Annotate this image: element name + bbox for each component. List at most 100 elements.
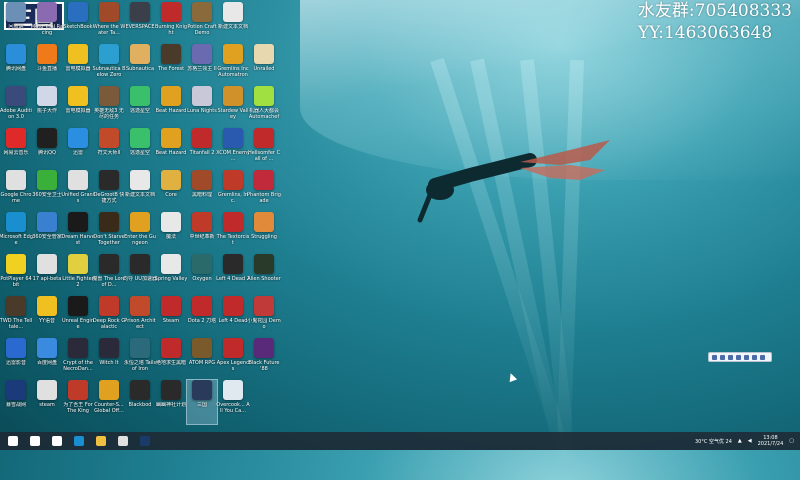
desktop-icon[interactable]: 360安全管家 — [32, 212, 62, 256]
desktop-icon[interactable]: Stardew Valley — [218, 86, 248, 130]
floating-toolbar[interactable] — [708, 352, 772, 362]
desktop-icon[interactable]: 魔法 — [156, 212, 186, 256]
desktop-icon[interactable]: 英雄无敌3 无尽的任务 — [94, 86, 124, 130]
desktop-icon[interactable]: 百度网盘 — [32, 338, 62, 382]
chrome-icon[interactable] — [114, 432, 132, 450]
desktop-icon[interactable]: Phantom Brigade — [247, 170, 281, 214]
desktop-icon[interactable]: Where the Water Ta... — [93, 2, 125, 46]
desktop-icon[interactable]: 符文大师II — [94, 128, 124, 172]
desktop-icon[interactable]: Beat Hazard — [156, 86, 186, 130]
weather-widget[interactable]: 30°C 空气优 24 — [695, 438, 732, 445]
desktop-icon[interactable]: Don't Starve Together — [93, 212, 125, 256]
desktop-icon[interactable]: Blackbod — [125, 380, 155, 424]
desktop-icon[interactable]: 逃逸星空 — [125, 86, 155, 130]
desktop-icon[interactable]: Prison Architect — [124, 296, 156, 340]
toolbar-button-icon[interactable] — [720, 354, 725, 360]
desktop-icon[interactable]: Subnautica — [125, 44, 155, 88]
desktop-icon[interactable]: SketchBook — [63, 2, 93, 46]
desktop-icon[interactable]: 绝地求生黑暗 — [156, 338, 186, 382]
desktop-icon[interactable]: 黑暗料理 — [187, 170, 217, 214]
desktop-icon[interactable]: Dota 2 刀塔 — [187, 296, 217, 340]
desktop-icon[interactable]: 新建文本文档 — [125, 170, 155, 214]
desktop-icon[interactable]: 幽幽神社计划 — [156, 380, 186, 424]
notification-icon[interactable]: ▢ — [789, 438, 794, 444]
task-view-icon[interactable] — [48, 432, 66, 450]
desktop-icon[interactable]: Unreal Engine — [62, 296, 94, 340]
desktop-icon[interactable]: Microsoft Edge — [0, 212, 33, 256]
desktop-icon[interactable]: 小鬼花园 Demo — [247, 296, 281, 340]
desktop-icon[interactable]: The Textorcist — [217, 212, 249, 256]
desktop-icon[interactable]: 中世纪革新 — [187, 212, 217, 256]
desktop-icon[interactable]: 腾讯QQ — [32, 128, 62, 172]
desktop-icon[interactable]: Gremlins, Inc. — [218, 170, 248, 214]
desktop-icon[interactable]: Beat Hazard — [156, 128, 186, 172]
desktop-icon[interactable]: PotPlayer 64 bit — [0, 254, 32, 298]
desktop-icon[interactable]: 迅雷影音 — [1, 338, 31, 382]
desktop-icon[interactable]: Apex Legends — [217, 338, 249, 382]
search-icon[interactable] — [26, 432, 44, 450]
desktop-icon[interactable]: Unified Grants — [61, 170, 95, 214]
desktop-icon[interactable]: Oxygen — [187, 254, 217, 298]
desktop-icon[interactable]: 暴雪战网 — [1, 380, 31, 424]
desktop-icon[interactable]: Hellsomfer Call of ... — [248, 128, 280, 172]
desktop-icon[interactable]: 逃逸星空 — [125, 128, 155, 172]
desktop-icon[interactable]: Luna Nights — [187, 86, 217, 130]
desktop-icon[interactable]: Deep Rock Galactic — [93, 296, 125, 340]
toolbar-button-icon[interactable] — [752, 354, 757, 360]
desktop-icon[interactable]: Adobe Audition 3.0 — [0, 86, 32, 130]
desktop-icon[interactable]: Titanfall 2 — [187, 128, 217, 172]
desktop-icon[interactable]: Left 4 Dead 2 — [216, 254, 250, 298]
desktop-icon[interactable]: 永恒之塔 Tails of Iron — [124, 338, 156, 382]
toolbar-button-icon[interactable] — [712, 354, 717, 360]
desktop-icon[interactable]: Struggling — [249, 212, 279, 256]
network-icon[interactable]: ▲ — [738, 438, 742, 444]
desktop-icon[interactable]: 17 api-beta — [32, 254, 62, 298]
desktop-icon[interactable]: 桃子大作 — [32, 86, 62, 130]
desktop-icon[interactable]: Potion Craft Demo — [187, 2, 217, 46]
toolbar-button-icon[interactable] — [728, 354, 733, 360]
desktop-icon[interactable]: Subnautica Below Zero — [92, 44, 126, 88]
volume-icon[interactable]: ◀ — [748, 438, 752, 444]
desktop-icon[interactable]: Burning Knight — [155, 2, 187, 46]
desktop-icon[interactable]: Counter-S... Global Off... — [94, 380, 124, 424]
start-icon[interactable] — [4, 432, 22, 450]
desktop-icon[interactable]: DeGrootB 快捷方式 — [94, 170, 124, 214]
desktop-icon[interactable]: Left 4 Dead — [218, 296, 248, 340]
desktop-icon[interactable]: EVERSPACE — [125, 2, 155, 46]
desktop-icon[interactable]: TWD The Telltale... — [0, 296, 32, 340]
desktop-icon[interactable]: Little Fighter 2 — [62, 254, 94, 298]
desktop-icon[interactable]: Google Chrome — [1, 170, 31, 214]
desktop-icon[interactable]: 腾讯网盘 — [1, 44, 31, 88]
clock[interactable]: 13:08 2021/7/24 — [758, 435, 784, 447]
desktop-icon[interactable]: 魔兽 The Lord of D... — [92, 254, 126, 298]
desktop-icon[interactable]: 雷电模拟器 — [63, 86, 93, 130]
desktop-icon[interactable]: 雷电模拟器 — [63, 44, 93, 88]
desktop-icon[interactable]: 机器人大都会 Automachef — [249, 86, 279, 130]
desktop-icon[interactable]: 网易云音乐 — [1, 128, 31, 172]
desktop-icon[interactable]: 回收站 — [1, 2, 31, 46]
desktop-icon[interactable]: Moto Trial Racing — [31, 2, 63, 46]
desktop-icon[interactable]: Overcook... All You Ca... — [216, 380, 250, 424]
desktop-icon[interactable]: Spring Valley — [155, 254, 187, 298]
desktop-icon[interactable]: ATOM RPG — [187, 338, 217, 382]
desktop-icon[interactable]: Crypt of the NecroDan... — [63, 338, 93, 382]
desktop-icon[interactable]: Witch It — [94, 338, 124, 382]
file-explorer-icon[interactable] — [92, 432, 110, 450]
edge-icon[interactable] — [70, 432, 88, 450]
toolbar-button-icon[interactable] — [736, 354, 741, 360]
desktop-icon[interactable]: 为了吾王 For The King — [63, 380, 93, 424]
desktop-icon[interactable]: Dream Harvest — [61, 212, 95, 256]
desktop-icon[interactable]: 新建文本文档 — [218, 2, 248, 46]
desktop-icon[interactable]: 360安全卫士 — [32, 170, 62, 214]
desktop-icon[interactable]: 斗鱼直播 — [32, 44, 62, 88]
desktop-icon[interactable]: Gremlins Inc Automatron — [217, 44, 249, 88]
desktop-icon[interactable]: Core — [156, 170, 186, 214]
desktop-icon[interactable]: 苏格兰领主 II — [187, 44, 217, 88]
toolbar-button-icon[interactable] — [760, 354, 765, 360]
desktop-icon[interactable]: XCOM Enemy ... — [216, 128, 250, 172]
steam-icon[interactable] — [136, 432, 154, 450]
desktop-icon[interactable]: Steam — [156, 296, 186, 340]
desktop-icon[interactable]: Unrailed — [249, 44, 279, 88]
desktop-icon[interactable]: Enter the Gungeon — [124, 212, 156, 256]
desktop-icon[interactable]: Black Future '88 — [248, 338, 280, 382]
